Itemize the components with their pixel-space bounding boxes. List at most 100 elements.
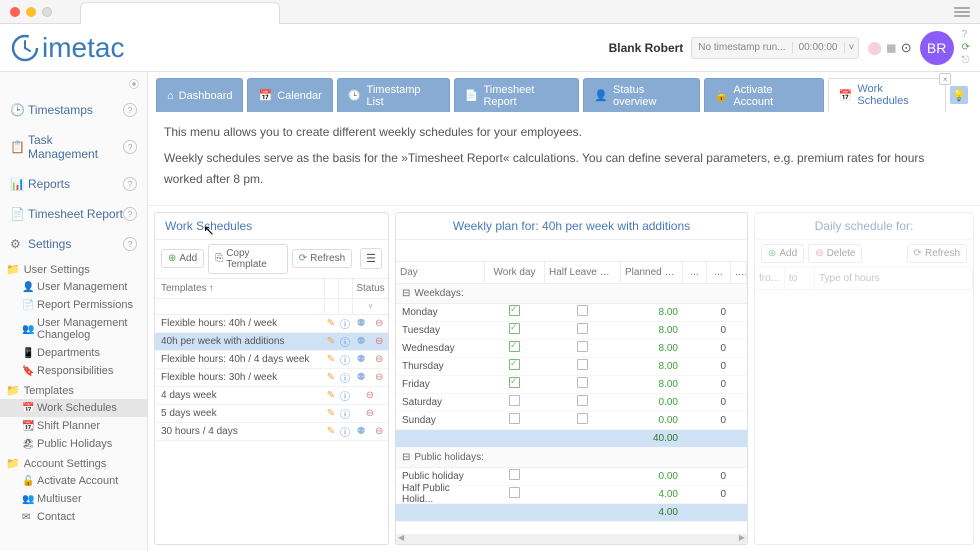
col-halfleave[interactable]: Half Leave Day xyxy=(545,262,621,283)
add-button[interactable]: ⊕Add xyxy=(761,244,804,263)
info-icon[interactable]: ⓘ xyxy=(338,334,352,349)
clock-icon[interactable]: ⊖ xyxy=(375,336,383,347)
delete-button[interactable]: ⊖Delete xyxy=(808,244,862,263)
tab-activate-account[interactable]: 🔓Activate Account xyxy=(704,78,824,112)
halfleave-checkbox[interactable] xyxy=(577,323,588,334)
refresh-button[interactable]: ⟳Refresh xyxy=(292,249,352,268)
sidebar-sub-report-permissions[interactable]: 📄Report Permissions xyxy=(0,296,147,314)
tab-status-overview[interactable]: 👤Status overview xyxy=(583,78,699,112)
sidebar-sub-responsibilities[interactable]: 🔖Responsibilities xyxy=(0,362,147,380)
tab-work-schedules[interactable]: 📅Work Schedules× xyxy=(828,78,947,112)
tab-dashboard[interactable]: ⌂Dashboard xyxy=(156,78,243,112)
edit-icon[interactable]: ✎ xyxy=(324,354,338,365)
template-row[interactable]: 30 hours / 4 days ✎ ⓘ ⚉⊖ xyxy=(155,423,388,441)
day-row[interactable]: Thursday 8.00 0 xyxy=(396,358,747,376)
sidebar-group[interactable]: 📁Templates xyxy=(0,380,147,399)
clock-icon[interactable]: ⊖ xyxy=(375,372,383,383)
help-icon[interactable]: ? xyxy=(123,103,137,117)
close-window[interactable] xyxy=(10,7,20,17)
workday-checkbox[interactable] xyxy=(509,487,520,498)
refresh-icon[interactable]: ⟳ xyxy=(962,42,970,53)
copy-template-button[interactable]: ⎘Copy Template xyxy=(208,244,288,274)
workday-checkbox[interactable] xyxy=(509,377,520,388)
col-templates[interactable]: Templates ↑ xyxy=(155,279,324,298)
record-icon[interactable]: ⬤ xyxy=(867,40,882,56)
sidebar-sub-departments[interactable]: 📱Departments xyxy=(0,344,147,362)
list-view-icon[interactable]: ☰ xyxy=(360,248,382,269)
users-icon[interactable]: ⚉ xyxy=(357,426,366,437)
day-row[interactable]: Sunday 0.00 0 xyxy=(396,412,747,430)
workday-checkbox[interactable] xyxy=(509,341,520,352)
refresh-button[interactable]: ⟳Refresh xyxy=(907,244,967,263)
help-icon[interactable]: ? xyxy=(123,207,137,221)
sidebar-sub-user-management-changelog[interactable]: 👥User Management Changelog xyxy=(0,314,147,344)
template-row[interactable]: Flexible hours: 30h / week ✎ ⓘ ⚉⊖ xyxy=(155,369,388,387)
sidebar-group[interactable]: 📁Account Settings xyxy=(0,453,147,472)
edit-icon[interactable]: ✎ xyxy=(324,372,338,383)
info-icon[interactable]: ⓘ xyxy=(338,370,352,385)
workday-checkbox[interactable] xyxy=(509,305,520,316)
template-row[interactable]: 4 days week ✎ ⓘ ⊖ xyxy=(155,387,388,405)
maximize-window[interactable] xyxy=(42,7,52,17)
tab-timestamp-list[interactable]: 🕒Timestamp List xyxy=(337,78,450,112)
logout-icon[interactable]: ⎋ xyxy=(962,55,970,66)
info-icon[interactable]: ⓘ xyxy=(338,352,352,367)
sidebar-item-settings[interactable]: ⚙Settings? xyxy=(0,229,147,259)
sidebar-item-timesheet-report[interactable]: 📄Timesheet Report? xyxy=(0,199,147,229)
info-icon[interactable]: ⓘ xyxy=(338,424,352,439)
remove-icon[interactable]: ⊖ xyxy=(366,408,374,419)
col-to[interactable]: to xyxy=(785,268,815,289)
clock-icon[interactable]: ⊖ xyxy=(375,354,383,365)
sidebar-item-reports[interactable]: 📊Reports? xyxy=(0,169,147,199)
collapse-sidebar-icon[interactable]: ⦿ xyxy=(0,72,147,95)
sidebar-group[interactable]: 📁User Settings xyxy=(0,259,147,278)
sidebar-sub-multiuser[interactable]: 👥Multiuser xyxy=(0,490,147,508)
status-filter-dropdown[interactable]: ˅ xyxy=(352,299,388,314)
tab-timesheet-report[interactable]: 📄Timesheet Report xyxy=(454,78,580,112)
halfleave-checkbox[interactable] xyxy=(577,395,588,406)
col-status[interactable]: Status xyxy=(352,279,388,298)
timestamp-widget[interactable]: No timestamp run... 00:00:00 ˅ xyxy=(691,37,859,59)
edit-icon[interactable]: ✎ xyxy=(324,336,338,347)
stop-icon[interactable]: ◼ xyxy=(886,40,897,56)
remove-icon[interactable]: ⊖ xyxy=(366,390,374,401)
add-button[interactable]: ⊕Add xyxy=(161,249,204,268)
clock-icon[interactable]: ⊖ xyxy=(375,426,383,437)
sidebar-sub-activate-account[interactable]: 🔓Activate Account xyxy=(0,472,147,490)
sidebar-sub-user-management[interactable]: 👤User Management xyxy=(0,278,147,296)
halfleave-checkbox[interactable] xyxy=(577,377,588,388)
group-weekdays[interactable]: ⊟Weekdays: xyxy=(396,284,747,304)
sidebar-item-task-management[interactable]: 📋Task Management? xyxy=(0,125,147,169)
group-holidays[interactable]: ⊟Public holidays: xyxy=(396,448,747,468)
help-icon[interactable]: ? xyxy=(123,177,137,191)
workday-checkbox[interactable] xyxy=(509,359,520,370)
sidebar-sub-work-schedules[interactable]: 📅Work Schedules xyxy=(0,399,147,417)
day-row[interactable]: Wednesday 8.00 0 xyxy=(396,340,747,358)
template-row[interactable]: 40h per week with additions ✎ ⓘ ⚉⊖ xyxy=(155,333,388,351)
close-tab-icon[interactable]: × xyxy=(939,73,951,85)
help-icon[interactable]: ? xyxy=(123,140,137,154)
halfleave-checkbox[interactable] xyxy=(577,341,588,352)
edit-icon[interactable]: ✎ xyxy=(324,390,338,401)
sidebar-sub-contact[interactable]: ✉Contact xyxy=(0,508,147,526)
workday-checkbox[interactable] xyxy=(509,395,520,406)
col-type[interactable]: Type of hours xyxy=(815,268,973,289)
halfleave-checkbox[interactable] xyxy=(577,359,588,370)
users-icon[interactable]: ⚉ xyxy=(357,336,366,347)
browser-menu-icon[interactable] xyxy=(954,5,970,19)
clock-icon[interactable]: ⊖ xyxy=(375,318,383,329)
day-row[interactable]: Saturday 0.00 0 xyxy=(396,394,747,412)
users-icon[interactable]: ⚉ xyxy=(357,372,366,383)
info-icon[interactable]: ⓘ xyxy=(338,406,352,421)
help-icon[interactable]: ? xyxy=(962,29,970,40)
chevron-down-icon[interactable]: ˅ xyxy=(844,42,859,53)
play-icon[interactable]: ⊙ xyxy=(901,40,912,56)
col-workday[interactable]: Work day xyxy=(485,262,545,283)
halfleave-checkbox[interactable] xyxy=(577,413,588,424)
halfleave-checkbox[interactable] xyxy=(577,305,588,316)
workday-checkbox[interactable] xyxy=(509,323,520,334)
users-icon[interactable]: ⚉ xyxy=(357,318,366,329)
sidebar-sub-shift-planner[interactable]: 📆Shift Planner xyxy=(0,417,147,435)
avatar[interactable]: BR xyxy=(920,31,954,65)
users-icon[interactable]: ⚉ xyxy=(357,354,366,365)
